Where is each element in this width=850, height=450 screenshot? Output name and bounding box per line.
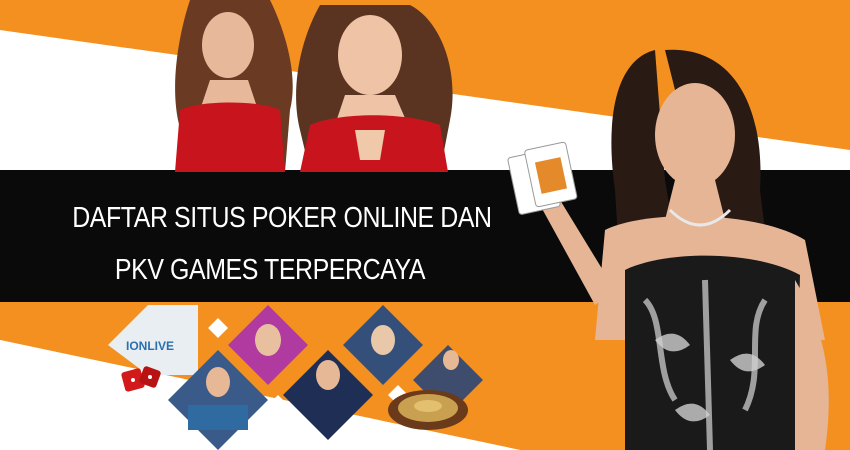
live-casino-collage: IONLIVE (108, 305, 483, 450)
ionlive-logo: IONLIVE (108, 305, 198, 375)
ionlive-logo-text: IONLIVE (126, 339, 174, 353)
banner-title: DAFTAR SITUS POKER ONLINE DAN PKV GAMES … (72, 192, 492, 296)
playing-cards (507, 141, 578, 215)
title-line-1: DAFTAR SITUS POKER ONLINE DAN (72, 202, 492, 234)
models-red-dress-image (175, 0, 453, 172)
model-corset-image (507, 49, 829, 450)
title-line-2: PKV GAMES TERPERCAYA (114, 254, 426, 286)
roulette-wheel-icon (388, 390, 468, 430)
promo-banner: DAFTAR SITUS POKER ONLINE DAN PKV GAMES … (0, 0, 850, 450)
